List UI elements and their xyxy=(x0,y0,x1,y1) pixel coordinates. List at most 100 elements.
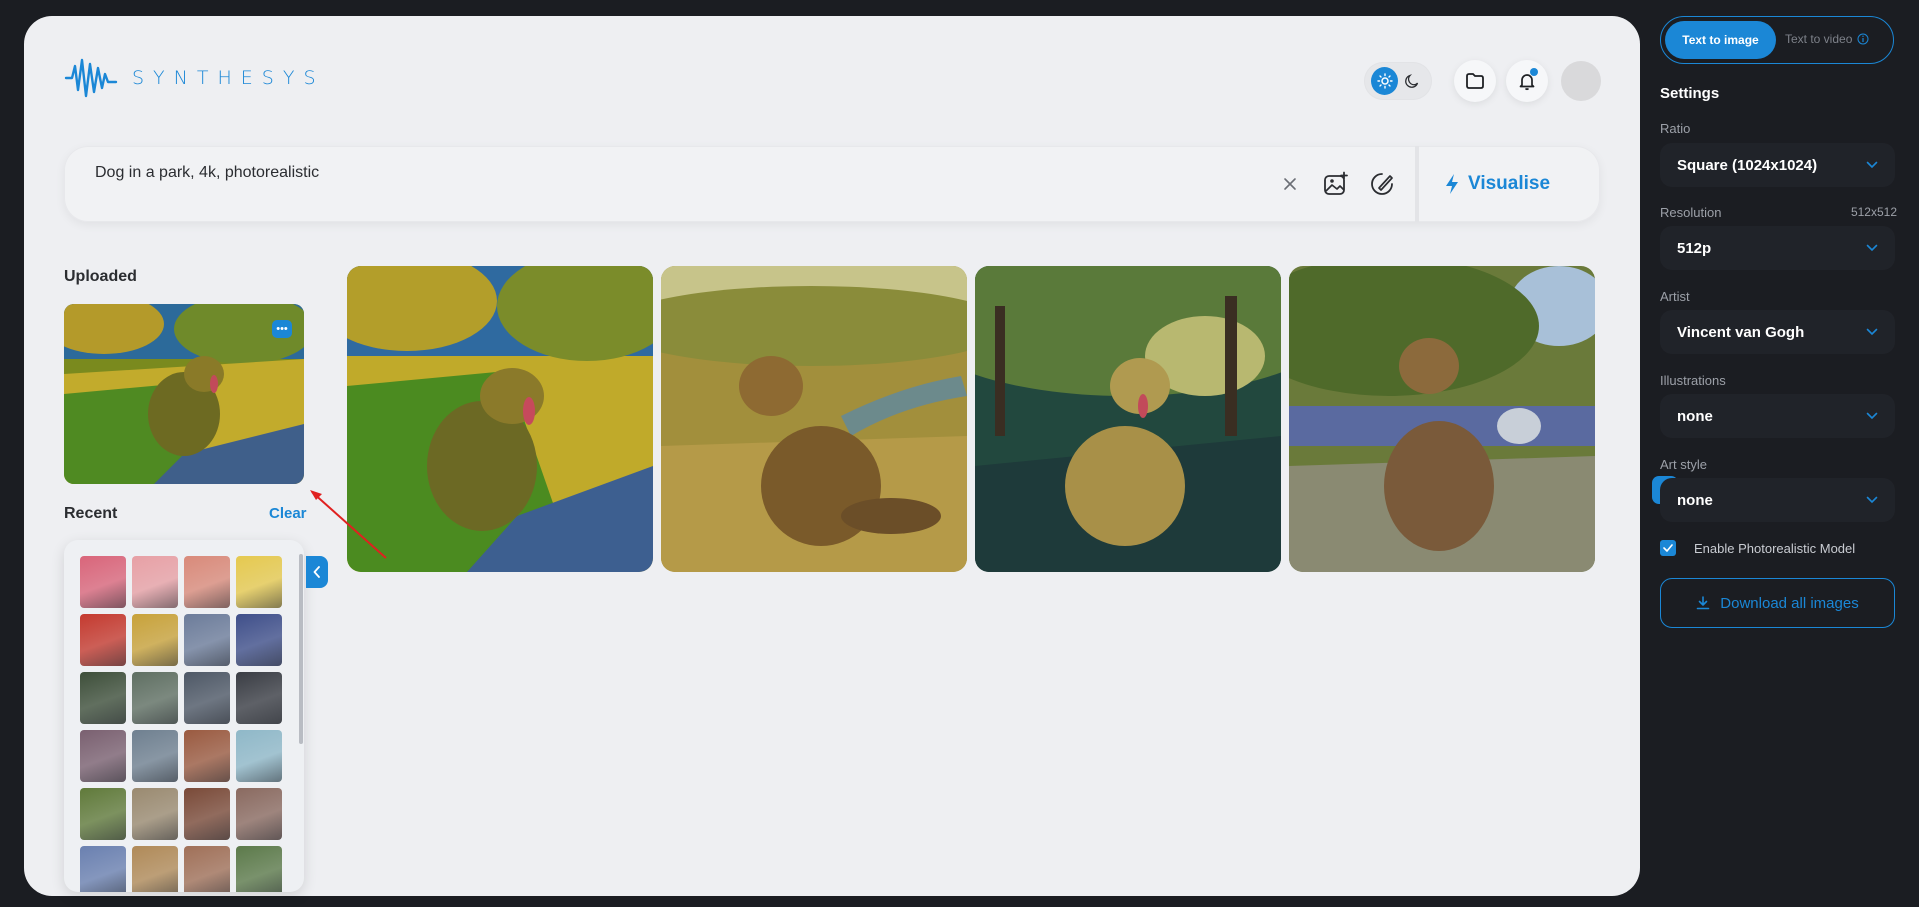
result-image-3-art xyxy=(975,266,1281,572)
light-mode-button[interactable] xyxy=(1371,67,1398,95)
annotation-arrow xyxy=(310,490,387,559)
result-image-2[interactable] xyxy=(661,266,967,572)
tab-text-to-video[interactable]: Text to video xyxy=(1785,32,1869,46)
photorealistic-checkbox[interactable] xyxy=(1660,540,1676,556)
download-all-button[interactable]: Download all images xyxy=(1660,578,1895,628)
illustrations-value: none xyxy=(1677,407,1713,425)
photorealistic-toggle[interactable]: Enable Photorealistic Model xyxy=(1660,540,1855,556)
art-style-value: none xyxy=(1677,491,1713,509)
moon-icon xyxy=(1404,74,1418,88)
recent-thumbnail[interactable] xyxy=(184,672,230,724)
recent-thumbnail[interactable] xyxy=(80,556,126,608)
recent-thumbnail[interactable] xyxy=(236,846,282,892)
clear-prompt-button[interactable] xyxy=(1274,168,1306,200)
edit-image-button[interactable] xyxy=(1366,168,1398,200)
recent-thumbnail[interactable] xyxy=(80,846,126,892)
recent-thumbnail[interactable] xyxy=(132,730,178,782)
recent-thumbnail[interactable] xyxy=(132,672,178,724)
notifications-button[interactable] xyxy=(1506,60,1548,102)
folder-button[interactable] xyxy=(1454,60,1496,102)
ratio-label: Ratio xyxy=(1660,121,1691,136)
ratio-select[interactable]: Square (1024x1024) xyxy=(1660,143,1895,187)
chevron-down-icon xyxy=(1866,244,1878,252)
tab-text-to-image[interactable]: Text to image xyxy=(1665,21,1776,59)
art-style-select[interactable]: none xyxy=(1660,478,1895,522)
result-image-2-art xyxy=(661,266,967,572)
art-style-label: Art style xyxy=(1660,457,1707,472)
tab-text-to-video-label: Text to video xyxy=(1785,32,1853,46)
recent-thumbnail[interactable] xyxy=(184,730,230,782)
add-image-button[interactable] xyxy=(1320,168,1352,200)
recent-panel xyxy=(64,540,304,892)
recent-thumbnail[interactable] xyxy=(184,614,230,666)
prompt-actions xyxy=(1274,168,1398,200)
close-icon xyxy=(1284,178,1296,190)
download-icon xyxy=(1696,596,1710,610)
info-icon xyxy=(1857,33,1869,45)
chevron-down-icon xyxy=(1866,496,1878,504)
avatar[interactable] xyxy=(1561,61,1601,101)
recent-thumbnail[interactable] xyxy=(132,846,178,892)
recent-grid xyxy=(80,556,282,892)
visualise-button[interactable]: Visualise xyxy=(1444,164,1550,204)
result-image-4-art xyxy=(1289,266,1595,572)
more-options-button[interactable]: ••• xyxy=(272,320,292,338)
recent-thumbnail[interactable] xyxy=(184,788,230,840)
uploaded-image-art xyxy=(64,304,304,484)
prompt-input[interactable]: Dog in a park, 4k, photorealistic xyxy=(95,164,319,182)
dark-mode-button[interactable] xyxy=(1398,67,1425,95)
artist-value: Vincent van Gogh xyxy=(1677,323,1805,341)
recent-thumbnail[interactable] xyxy=(236,788,282,840)
recent-thumbnail[interactable] xyxy=(236,556,282,608)
recent-thumbnail[interactable] xyxy=(236,614,282,666)
uploaded-heading: Uploaded xyxy=(64,268,137,285)
recent-scrollbar[interactable] xyxy=(299,554,303,744)
download-all-label: Download all images xyxy=(1720,594,1859,612)
result-image-4[interactable] xyxy=(1289,266,1595,572)
illustrations-select[interactable]: none xyxy=(1660,394,1895,438)
folder-icon xyxy=(1466,73,1484,89)
photorealistic-label: Enable Photorealistic Model xyxy=(1694,540,1856,556)
uploaded-image[interactable]: ••• xyxy=(64,304,304,484)
main-canvas: SYNTHESYS Dog in a park, 4k, photorealis… xyxy=(24,16,1678,896)
artist-select[interactable]: Vincent van Gogh xyxy=(1660,310,1895,354)
result-image-3[interactable] xyxy=(975,266,1281,572)
illustrations-label: Illustrations xyxy=(1660,373,1726,388)
sun-icon xyxy=(1376,73,1393,89)
recent-thumbnail[interactable] xyxy=(80,672,126,724)
check-icon xyxy=(1663,544,1673,552)
logo[interactable]: SYNTHESYS xyxy=(64,56,325,100)
artist-label: Artist xyxy=(1660,289,1690,304)
image-add-icon xyxy=(1324,171,1348,195)
recent-thumbnail[interactable] xyxy=(132,788,178,840)
recent-thumbnail[interactable] xyxy=(80,614,126,666)
recent-thumbnail[interactable] xyxy=(132,614,178,666)
visualise-label: Visualise xyxy=(1468,173,1551,194)
recent-thumbnail[interactable] xyxy=(80,788,126,840)
lightning-icon xyxy=(1446,174,1458,194)
brand-name: SYNTHESYS xyxy=(132,67,325,89)
resolution-select[interactable]: 512p xyxy=(1660,226,1895,270)
recent-thumbnail[interactable] xyxy=(184,556,230,608)
clear-recent-link[interactable]: Clear xyxy=(269,505,307,522)
ratio-value: Square (1024x1024) xyxy=(1677,156,1818,174)
prompt-divider xyxy=(1415,146,1419,222)
chevron-down-icon xyxy=(1866,412,1878,420)
results-gallery xyxy=(347,266,1595,572)
chevron-left-icon xyxy=(313,566,320,578)
brush-icon xyxy=(1371,173,1393,195)
recent-thumbnail[interactable] xyxy=(80,730,126,782)
resolution-label: Resolution xyxy=(1660,205,1722,220)
resolution-value: 512p xyxy=(1677,239,1712,257)
notification-badge xyxy=(1530,68,1538,76)
recent-thumbnail[interactable] xyxy=(236,672,282,724)
waveform-logo-icon xyxy=(64,58,118,98)
recent-thumbnail[interactable] xyxy=(132,556,178,608)
prompt-bar: Dog in a park, 4k, photorealistic Visual… xyxy=(64,146,1600,222)
recent-thumbnail[interactable] xyxy=(236,730,282,782)
settings-sidebar: Text to image Text to video Settings Rat… xyxy=(1660,0,1919,907)
settings-heading: Settings xyxy=(1660,85,1720,102)
recent-thumbnail[interactable] xyxy=(184,846,230,892)
chevron-down-icon xyxy=(1866,328,1878,336)
theme-toggle[interactable] xyxy=(1364,62,1432,100)
